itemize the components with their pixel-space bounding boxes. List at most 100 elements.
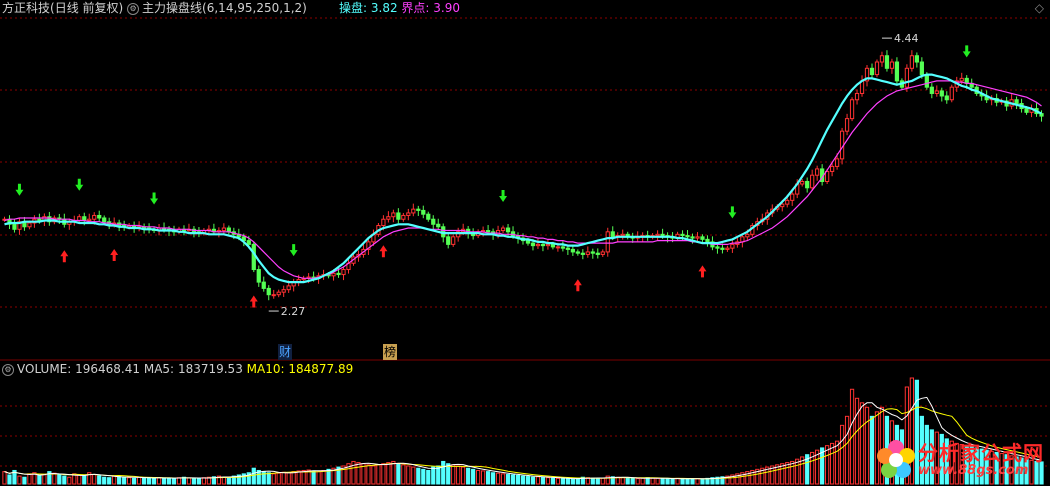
volume-bar: [535, 476, 541, 485]
candle-body: [620, 233, 625, 237]
volume-bar: [864, 406, 870, 485]
diamond-icon[interactable]: ◇: [1035, 0, 1044, 16]
candle-body: [251, 243, 256, 271]
candle-body: [914, 55, 919, 63]
candle-body: [680, 233, 685, 237]
volume-bar: [555, 477, 561, 485]
candle-body: [530, 242, 536, 247]
volume-bar: [102, 476, 107, 485]
chart-canvas: 4.44 2.27: [0, 17, 1050, 485]
volume-bar: [451, 464, 456, 485]
volume-gear-icon[interactable]: ⚙: [2, 363, 14, 376]
candle-body: [815, 168, 820, 176]
volume-bar: [201, 477, 207, 485]
volume-bar: [391, 460, 396, 485]
candle-body: [730, 243, 735, 249]
candle-body: [660, 233, 665, 237]
volume-bar: [276, 472, 281, 485]
volume-bar: [226, 477, 231, 485]
volume-bar: [316, 471, 321, 485]
candle-body: [695, 236, 700, 239]
volume-bar: [356, 462, 361, 485]
bang-marker[interactable]: 榜: [383, 344, 398, 360]
volume-bar: [291, 471, 296, 485]
flower-logo-icon: [877, 440, 915, 478]
candle-body: [595, 252, 600, 255]
gear-icon[interactable]: ⚙: [127, 2, 140, 15]
volume-bar: [426, 469, 431, 485]
volume-bar: [27, 473, 32, 485]
volume-bar: [77, 474, 82, 485]
candle-body: [854, 92, 860, 101]
volume-bar: [156, 477, 162, 485]
candle-body: [565, 247, 570, 250]
sell-arrow-icon: [499, 190, 508, 203]
volume-bar: [321, 469, 326, 485]
volume-bar: [221, 476, 226, 485]
volume-bar: [505, 474, 511, 485]
candle-body: [829, 165, 835, 172]
volume-bar: [176, 477, 182, 485]
volume-bar: [131, 477, 137, 485]
volume-bar: [117, 476, 122, 485]
candle-body: [92, 214, 97, 220]
candle-body: [331, 272, 336, 277]
indicator-params: (6,14,95,250,1,2): [202, 1, 307, 15]
candle-body: [570, 248, 575, 253]
cai-marker[interactable]: 财: [278, 344, 293, 360]
volume-bar: [510, 474, 516, 485]
candle-body: [555, 246, 561, 249]
volume-bar: [675, 477, 680, 485]
volume-bar: [500, 473, 506, 485]
candle-body: [685, 235, 690, 238]
volume-bar: [136, 476, 142, 485]
grid-lines: [0, 17, 1050, 467]
candle-body: [879, 55, 885, 63]
candle-body: [585, 251, 590, 255]
candle-body: [545, 243, 551, 247]
volume-bar: [196, 478, 202, 485]
volume-bar: [107, 477, 112, 485]
candle-body: [849, 99, 855, 120]
candle-body: [805, 181, 810, 189]
candle-body: [386, 216, 391, 220]
ma10-value: 184877.89: [288, 362, 354, 376]
volume-bar: [525, 476, 531, 485]
candle-body: [381, 218, 386, 227]
volume-bar: [42, 474, 47, 485]
volume-bar: [565, 478, 570, 485]
volume-bar: [141, 477, 147, 485]
volume-bar: [171, 477, 177, 485]
volume-bar: [381, 463, 386, 485]
sell-arrow-icon: [15, 183, 24, 196]
volume-value: 196468.41: [75, 362, 141, 376]
volume-bar: [650, 477, 655, 485]
buy-arrow-icon: [573, 279, 582, 292]
volume-bar: [520, 475, 526, 485]
candle-body: [540, 243, 546, 247]
volume-bar: [665, 478, 670, 485]
candle-body: [575, 251, 580, 254]
volume-bar: [271, 473, 276, 485]
volume-bar: [575, 477, 580, 485]
indicator-name[interactable]: 主力操盘线: [142, 1, 202, 15]
candle-body: [944, 95, 949, 101]
volume-bar: [670, 478, 675, 485]
candle-body: [869, 67, 875, 76]
volume-bar: [655, 477, 660, 485]
volume-bar: [401, 464, 406, 485]
candle-body: [27, 222, 32, 228]
buy-arrow-icon: [60, 250, 69, 263]
ma10-label: MA10:: [246, 362, 285, 376]
volume-bar: [859, 402, 865, 485]
volume-bar: [127, 477, 132, 485]
candle-body: [12, 223, 17, 230]
candle-body: [401, 214, 406, 220]
volume-bar: [620, 477, 625, 485]
candle-body: [446, 236, 451, 245]
volume-bar: [690, 478, 695, 485]
volume-bar: [625, 477, 630, 485]
candle-body: [341, 269, 346, 276]
candlesticks: [2, 50, 1044, 301]
volume-bar: [67, 476, 72, 485]
